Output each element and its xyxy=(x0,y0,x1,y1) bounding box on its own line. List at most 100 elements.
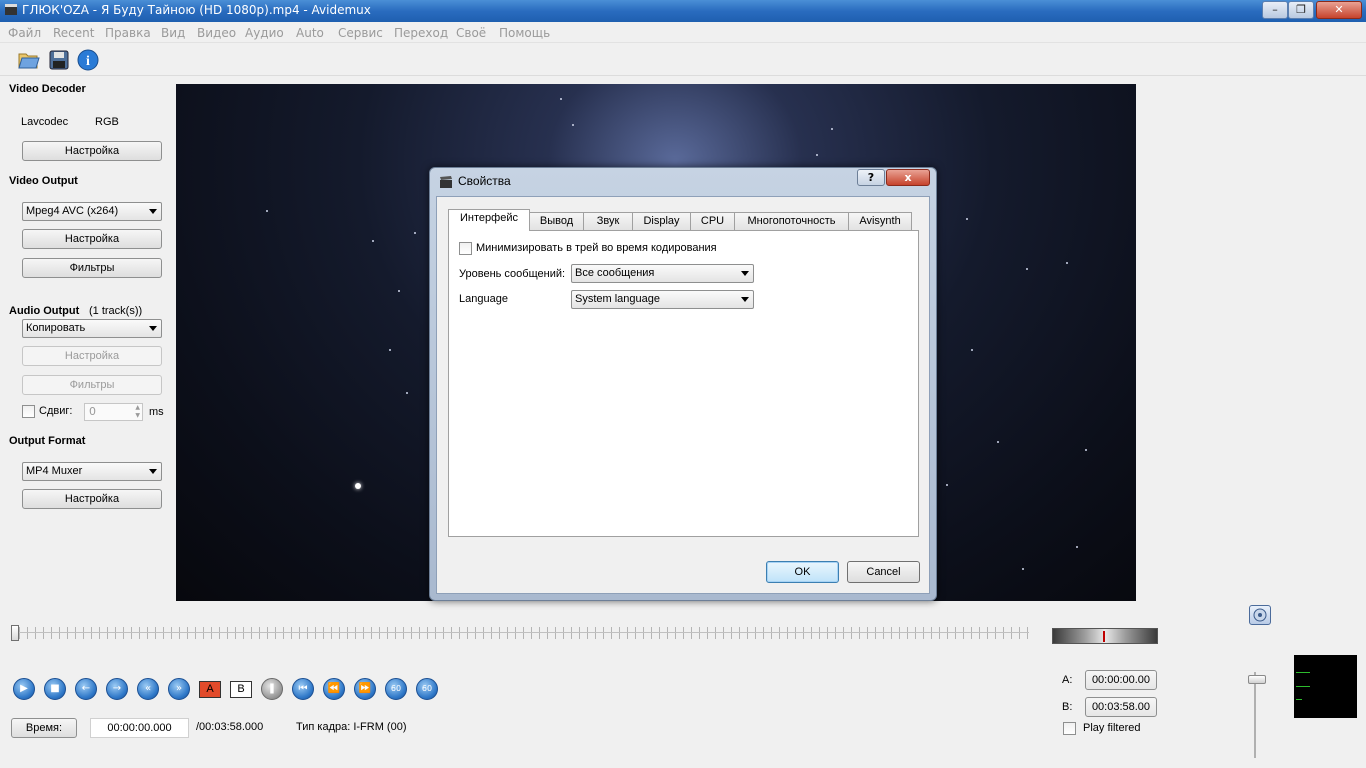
volume-slider-thumb[interactable] xyxy=(1248,675,1266,684)
volume-slider-track[interactable] xyxy=(1254,672,1256,758)
volume-marker xyxy=(1103,631,1105,642)
video-config-button[interactable]: Настройка xyxy=(22,229,162,249)
marker-b-time[interactable]: 00:03:58.00 xyxy=(1085,697,1157,717)
tab-output[interactable]: Вывод xyxy=(529,212,584,230)
menu-custom[interactable]: Своё xyxy=(456,26,486,40)
star xyxy=(406,392,408,394)
star xyxy=(572,124,574,126)
marker-a-time[interactable]: 00:00:00.00 xyxy=(1085,670,1157,690)
play-filtered-checkbox[interactable] xyxy=(1063,722,1076,735)
play-filtered-label: Play filtered xyxy=(1083,722,1141,734)
save-icon[interactable] xyxy=(46,48,72,72)
star xyxy=(414,232,416,234)
back-60-icon[interactable]: 60 xyxy=(385,678,407,700)
close-window-button[interactable]: ✕ xyxy=(1316,1,1362,19)
chevron-down-icon xyxy=(741,271,749,276)
video-filters-button[interactable]: Фильтры xyxy=(22,258,162,278)
menu-go[interactable]: Переход xyxy=(394,26,448,40)
spin-arrows-icon[interactable]: ▲ ▼ xyxy=(135,404,140,420)
seek-slider[interactable] xyxy=(11,625,1029,641)
time-button[interactable]: Время: xyxy=(11,718,77,738)
previous-frame-icon[interactable]: ← xyxy=(75,678,97,700)
volume-bar[interactable] xyxy=(1052,628,1158,644)
menu-recent[interactable]: Recent xyxy=(53,26,94,40)
shift-checkbox[interactable] xyxy=(22,405,35,418)
video-output-title: Video Output xyxy=(9,175,78,187)
previous-keyframe-icon[interactable]: « xyxy=(137,678,159,700)
shift-value-spinbox[interactable]: 0 ▲ ▼ xyxy=(84,403,143,421)
seek-slider-thumb[interactable] xyxy=(11,625,19,641)
menu-file[interactable]: Файл xyxy=(8,26,41,40)
language-label: Language xyxy=(459,293,508,305)
menu-help[interactable]: Помощь xyxy=(499,26,550,40)
muxer-config-button[interactable]: Настройка xyxy=(22,489,162,509)
menu-auto[interactable]: Auto xyxy=(296,26,324,40)
go-first-frame-icon[interactable]: ⏮ xyxy=(292,678,314,700)
cancel-button[interactable]: Cancel xyxy=(847,561,920,583)
audio-mode-select[interactable]: Копировать xyxy=(22,319,162,338)
set-marker-b-button[interactable]: B xyxy=(230,681,252,698)
forward-60-label: 60 xyxy=(421,684,433,693)
message-level-select[interactable]: Все сообщения xyxy=(571,264,754,283)
tab-cpu[interactable]: CPU xyxy=(690,212,735,230)
muxer-value: MP4 Muxer xyxy=(26,465,83,477)
minimize-tray-checkbox[interactable] xyxy=(459,242,472,255)
tab-display[interactable]: Display xyxy=(632,212,691,230)
stop-icon[interactable]: ■ xyxy=(44,678,66,700)
audio-config-button[interactable]: Настройка xyxy=(22,346,162,366)
muxer-select[interactable]: MP4 Muxer xyxy=(22,462,162,481)
chevron-down-icon xyxy=(741,297,749,302)
minimize-button[interactable]: – xyxy=(1262,1,1288,19)
video-codec-select[interactable]: Mpeg4 AVC (x264) xyxy=(22,202,162,221)
decoder-format: RGB xyxy=(95,116,119,128)
forward-60-icon[interactable]: 60 xyxy=(416,678,438,700)
decoder-config-button[interactable]: Настройка xyxy=(22,141,162,161)
menu-audio[interactable]: Аудио xyxy=(245,26,284,40)
audio-meter-toggle-icon[interactable] xyxy=(1249,605,1271,625)
menu-video[interactable]: Видео xyxy=(197,26,236,40)
ok-button[interactable]: OK xyxy=(766,561,839,583)
go-marker-b-icon[interactable]: ⏩ xyxy=(354,678,376,700)
previous-black-frame-icon[interactable]: ❚ xyxy=(261,678,283,700)
current-time-field[interactable]: 00:00:00.000 xyxy=(90,718,189,738)
star xyxy=(560,98,562,100)
info-icon[interactable]: i xyxy=(75,48,101,72)
audio-filters-button[interactable]: Фильтры xyxy=(22,375,162,395)
message-level-value: Все сообщения xyxy=(575,267,655,279)
decoder-codec: Lavcodec xyxy=(21,116,69,128)
video-codec-value: Mpeg4 AVC (x264) xyxy=(26,205,119,217)
menu-view[interactable]: Вид xyxy=(161,26,185,40)
toolbar: i xyxy=(0,44,1366,76)
next-keyframe-icon[interactable]: » xyxy=(168,678,190,700)
tab-avisynth[interactable]: Avisynth xyxy=(848,212,912,230)
slider-ticks xyxy=(11,627,1029,639)
open-file-icon[interactable] xyxy=(16,48,42,72)
tab-interface[interactable]: Интерфейс xyxy=(448,209,530,231)
maximize-button[interactable]: ❐ xyxy=(1288,1,1314,19)
star xyxy=(266,210,268,212)
play-icon[interactable]: ▶ xyxy=(13,678,35,700)
star xyxy=(971,349,973,351)
clapper-icon xyxy=(440,176,452,188)
menu-tools[interactable]: Сервис xyxy=(338,26,383,40)
output-format-title: Output Format xyxy=(9,435,86,447)
star xyxy=(966,218,968,220)
go-marker-a-icon[interactable]: ⏪ xyxy=(323,678,345,700)
interface-tab-panel: Минимизировать в трей во время кодирован… xyxy=(448,230,919,537)
tab-multithreading[interactable]: Многопоточность xyxy=(734,212,849,230)
total-time: /00:03:58.000 xyxy=(196,721,264,733)
language-select[interactable]: System language xyxy=(571,290,754,309)
set-marker-a-button[interactable]: A xyxy=(199,681,221,698)
waveform-line xyxy=(1296,672,1310,673)
menu-edit[interactable]: Правка xyxy=(105,26,151,40)
marker-b-label: B: xyxy=(1062,701,1073,713)
shift-unit: ms xyxy=(149,406,164,418)
frame-type: Тип кадра: I-FRM (00) xyxy=(296,721,407,733)
properties-dialog: Свойства ? x Интерфейс Вывод Звук Displa… xyxy=(429,167,937,601)
dialog-close-button[interactable]: x xyxy=(886,169,930,186)
star xyxy=(389,349,391,351)
next-frame-icon[interactable]: → xyxy=(106,678,128,700)
dialog-help-button[interactable]: ? xyxy=(857,169,885,186)
tab-audio[interactable]: Звук xyxy=(583,212,633,230)
language-value: System language xyxy=(575,293,660,305)
